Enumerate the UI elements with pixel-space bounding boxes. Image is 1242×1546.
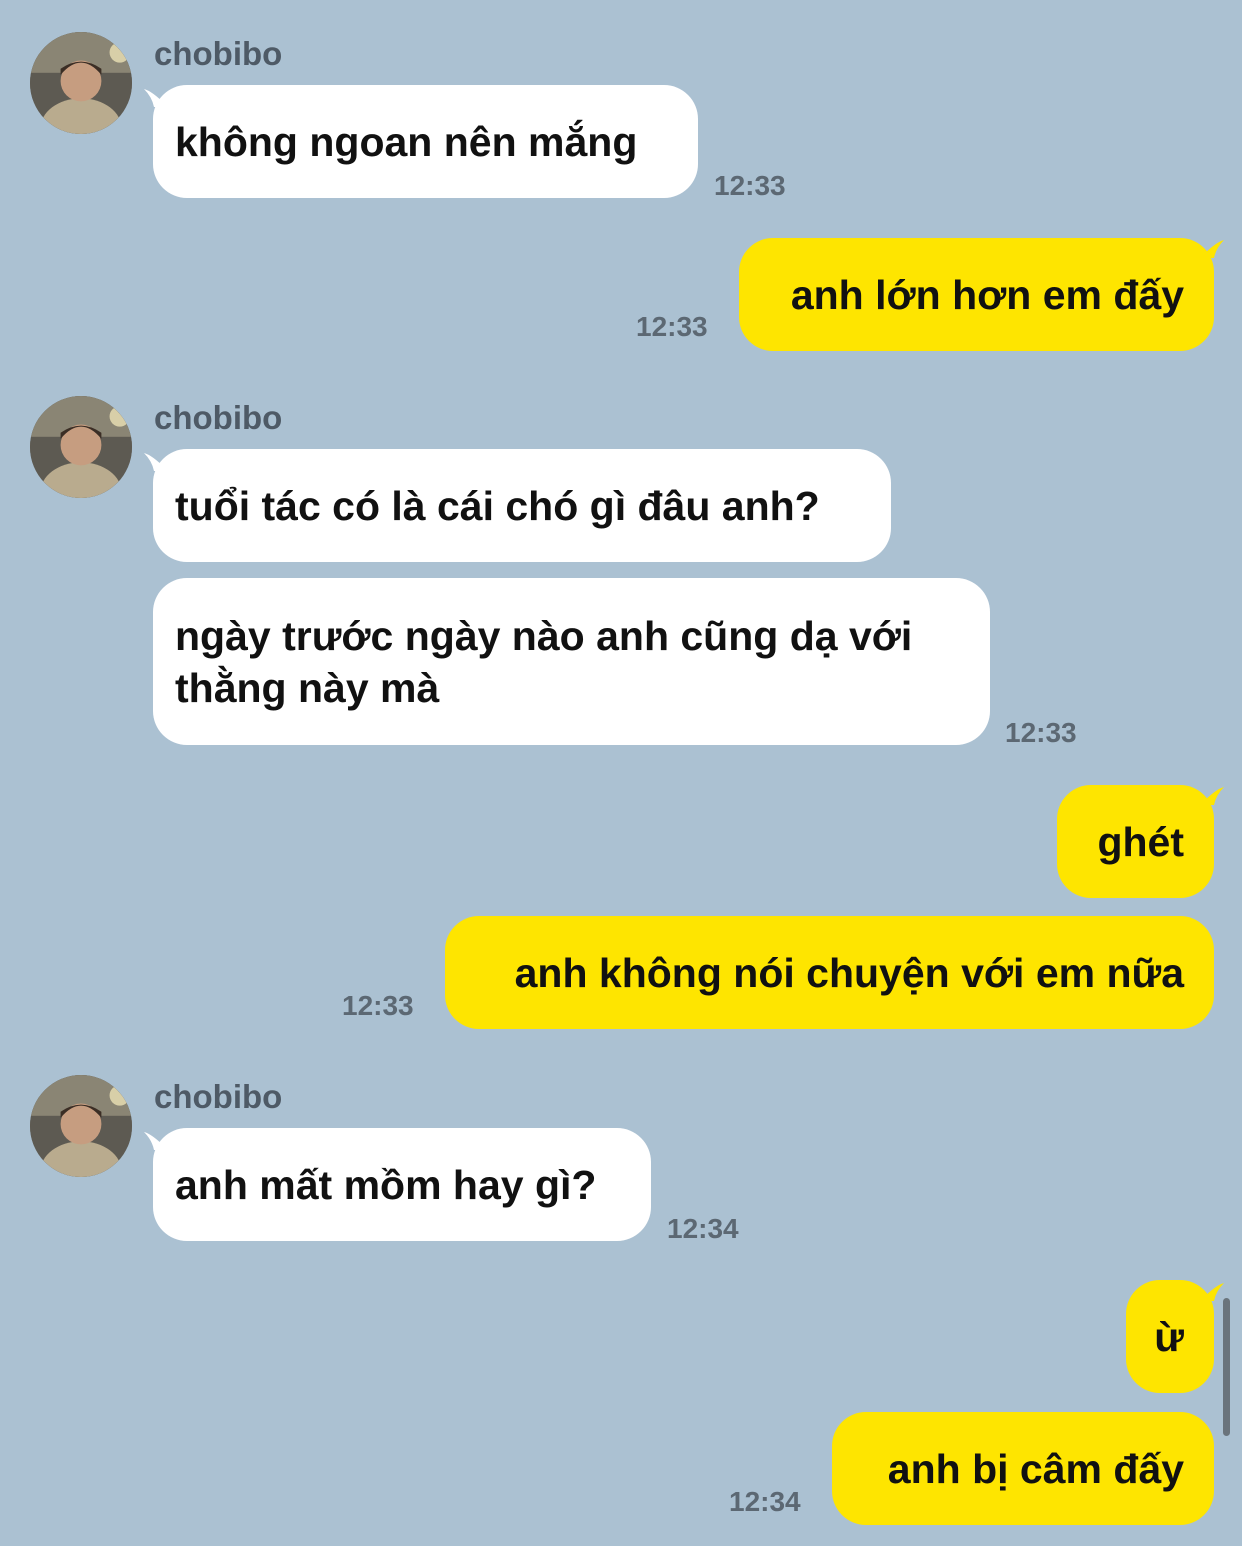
message-timestamp: 12:34 — [729, 1486, 801, 1517]
message-timestamp: 12:33 — [342, 990, 414, 1021]
avatar-photo-icon — [30, 32, 132, 134]
sender-name: chobibo — [154, 1078, 283, 1115]
message-bubble-outgoing[interactable]: ghét — [1057, 785, 1214, 898]
avatar-photo-icon — [30, 1075, 132, 1177]
message-text: anh lớn hơn em đấy — [790, 271, 1184, 318]
message-bubble-incoming[interactable]: không ngoan nên mắng — [153, 85, 698, 198]
avatar[interactable] — [30, 32, 132, 134]
message-timestamp: 12:34 — [667, 1213, 739, 1244]
message-text: ngày trước ngày nào anh cũng dạ với thằn… — [175, 612, 913, 711]
message-text: anh bị câm đấy — [887, 1445, 1184, 1492]
avatar-photo-icon — [30, 396, 132, 498]
message-bubble-outgoing[interactable]: anh bị câm đấy — [832, 1412, 1214, 1525]
message-bubble-incoming[interactable]: ngày trước ngày nào anh cũng dạ với thằn… — [153, 578, 990, 745]
message-text: anh không nói chuyện với em nữa — [514, 949, 1184, 996]
message-text: ghét — [1097, 818, 1184, 865]
message-text: không ngoan nên mắng — [175, 118, 638, 165]
message-text: anh mất mồm hay gì? — [175, 1161, 597, 1208]
message-bubble-incoming[interactable]: tuổi tác có là cái chó gì đâu anh? — [153, 449, 891, 562]
message-timestamp: 12:33 — [1005, 717, 1077, 748]
message-bubble-outgoing[interactable]: anh không nói chuyện với em nữa — [445, 916, 1214, 1029]
sender-name: chobibo — [154, 35, 283, 72]
message-timestamp: 12:33 — [714, 170, 786, 201]
scrollbar[interactable] — [1223, 1298, 1230, 1436]
message-bubble-incoming[interactable]: anh mất mồm hay gì? — [153, 1128, 651, 1241]
message-bubble-outgoing[interactable]: anh lớn hơn em đấy — [739, 238, 1214, 351]
avatar[interactable] — [30, 396, 132, 498]
message-bubble-outgoing[interactable]: ừ — [1126, 1280, 1214, 1393]
avatar[interactable] — [30, 1075, 132, 1177]
sender-name: chobibo — [154, 399, 283, 436]
message-text: ừ — [1154, 1313, 1184, 1360]
message-timestamp: 12:33 — [636, 311, 708, 342]
message-text: tuổi tác có là cái chó gì đâu anh? — [175, 482, 820, 529]
